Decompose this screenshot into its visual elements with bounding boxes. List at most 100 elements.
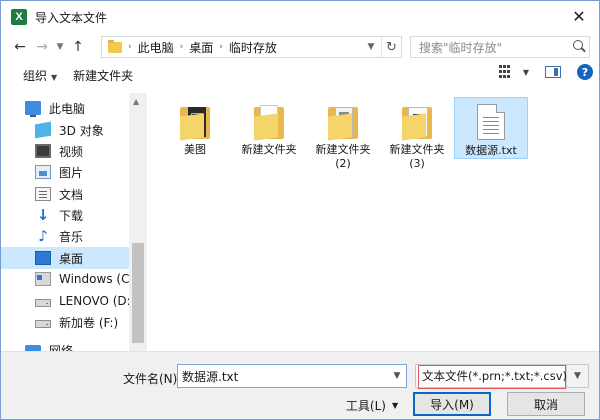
sidebar-item-label: 视频	[59, 144, 84, 159]
sidebar-item-drive-c[interactable]: Windows (C:)	[35, 268, 138, 290]
excel-app-icon: X	[11, 9, 27, 25]
caret-down-icon: ▼	[391, 400, 399, 410]
import-button[interactable]: 导入(M)	[413, 392, 491, 416]
search-icon[interactable]	[569, 37, 589, 57]
view-dropdown-icon[interactable]: ▼	[523, 68, 529, 77]
file-name: 新建文件夹	[241, 143, 297, 156]
file-item-folder[interactable]: 新建文件夹 (3)	[381, 99, 453, 179]
command-toolbar: 组织 ▼ 新建文件夹 ▼ ?	[1, 61, 599, 89]
sidebar-item-label: 网络	[49, 343, 74, 352]
breadcrumb-desktop[interactable]: 桌面	[189, 39, 213, 56]
filename-label: 文件名(N):	[123, 372, 182, 386]
view-options-icon[interactable]	[498, 65, 513, 79]
toolbar-right: ▼ ?	[498, 64, 593, 80]
documents-icon	[35, 187, 51, 201]
chevron-down-icon[interactable]: ▼	[388, 365, 406, 387]
sidebar-item-downloads[interactable]: ↓ 下载	[35, 204, 83, 226]
refresh-button[interactable]: ↻	[381, 37, 401, 57]
sidebar-item-label: 下载	[59, 208, 84, 223]
sidebar-item-pictures[interactable]: 图片	[35, 161, 83, 183]
sidebar-item-label: 桌面	[59, 251, 84, 266]
search-box[interactable]: 搜索"临时存放"	[410, 36, 590, 58]
dialog-footer: 文件名(N): 数据源.txt ▼ 文本文件(*.prn;*.txt;*.csv…	[1, 351, 599, 419]
sidebar-item-label: 图片	[59, 165, 84, 180]
caret-down-icon: ▼	[51, 72, 58, 82]
close-icon: ✕	[572, 6, 586, 26]
tools-menu[interactable]: 工具(L) ▼	[337, 394, 407, 416]
file-name: 新建文件夹	[315, 143, 371, 156]
file-item-text-file[interactable]: 数据源.txt	[454, 97, 528, 159]
file-type-value: 文本文件(*.prn;*.txt;*.csv)	[422, 369, 567, 383]
back-button[interactable]: ←	[9, 36, 31, 58]
organize-label: 组织	[23, 68, 48, 83]
navigation-bar: ← → ▼ ↑ › 此电脑 › 桌面 › 临时存放 ▼ ↻ 搜索"临时存放"	[1, 33, 599, 61]
scroll-up-icon[interactable]: ▲	[133, 97, 139, 106]
chevron-down-icon: ▼	[56, 42, 64, 52]
text-file-icon	[477, 104, 505, 140]
folder-icon	[402, 105, 432, 141]
address-dropdown-button[interactable]: ▼	[363, 37, 379, 57]
chevron-right-icon: ›	[219, 42, 223, 52]
sidebar-item-music[interactable]: ♪ 音乐	[35, 225, 83, 247]
sidebar-item-drive-d[interactable]: LENOVO (D:)	[35, 290, 135, 312]
folder-icon	[254, 105, 284, 141]
sidebar-item-this-pc[interactable]: 此电脑	[25, 97, 85, 119]
sidebar-item-3d-objects[interactable]: 3D 对象	[35, 119, 104, 141]
import-text-file-dialog: X 导入文本文件 ✕ ← → ▼ ↑ › 此电脑 › 桌面 › 临时存放 ▼ ↻…	[0, 0, 600, 420]
up-button[interactable]: ↑	[67, 36, 89, 58]
breadcrumb-this-pc[interactable]: 此电脑	[138, 39, 174, 56]
sidebar-item-label: 新加卷 (F:)	[59, 315, 119, 330]
computer-icon	[25, 101, 41, 117]
address-bar[interactable]: › 此电脑 › 桌面 › 临时存放 ▼ ↻	[101, 36, 402, 58]
file-item-folder[interactable]: 新建文件夹 (2)	[307, 99, 379, 179]
sidebar-item-desktop[interactable]: 桌面	[35, 247, 83, 269]
tools-label: 工具(L)	[345, 398, 386, 413]
new-folder-button[interactable]: 新建文件夹	[65, 67, 141, 84]
sidebar-item-drive-f[interactable]: 新加卷 (F:)	[35, 311, 118, 333]
file-item-folder[interactable]: 新建文件夹	[233, 99, 305, 165]
help-icon[interactable]: ?	[577, 64, 593, 80]
chevron-down-icon[interactable]: ▼	[566, 365, 588, 387]
file-name-suffix: (3)	[409, 157, 425, 170]
drive-c-icon	[35, 272, 51, 286]
drive-icon	[35, 299, 51, 307]
sidebar-item-label: 此电脑	[49, 101, 86, 116]
filename-field[interactable]: 数据源.txt ▼	[177, 364, 407, 388]
sidebar-item-label: LENOVO (D:)	[59, 294, 136, 308]
breadcrumb-temp-storage[interactable]: 临时存放	[229, 39, 277, 56]
sidebar-item-label: 音乐	[59, 229, 84, 244]
arrow-up-icon: ↑	[72, 39, 84, 55]
organize-menu[interactable]: 组织 ▼	[15, 67, 65, 84]
folder-icon	[108, 39, 122, 53]
folder-icon	[180, 105, 210, 141]
arrow-left-icon: ←	[14, 39, 26, 55]
file-list: 美图 新建文件夹 新建文件夹 (2) 新建文件夹 (3) 数据源.txt	[147, 93, 599, 351]
folder-icon	[328, 105, 358, 141]
download-icon: ↓	[36, 206, 50, 224]
sidebar-item-label: 文档	[59, 187, 84, 202]
arrow-right-icon: →	[36, 39, 48, 55]
sidebar-item-videos[interactable]: 视频	[35, 140, 83, 162]
file-item-folder[interactable]: 美图	[159, 99, 231, 165]
preview-pane-icon[interactable]	[545, 66, 561, 78]
sidebar-item-label: Windows (C:)	[59, 272, 139, 286]
refresh-icon: ↻	[386, 39, 397, 55]
sidebar-item-label: 3D 对象	[59, 123, 104, 138]
close-button[interactable]: ✕	[559, 1, 599, 31]
recent-locations-button[interactable]: ▼	[53, 36, 67, 58]
desktop-icon	[35, 251, 51, 265]
sidebar-scrollbar[interactable]: ▲	[129, 93, 147, 351]
forward-button[interactable]: →	[31, 36, 53, 58]
video-icon	[35, 144, 51, 158]
cancel-button[interactable]: 取消	[507, 392, 585, 416]
sidebar-item-documents[interactable]: 文档	[35, 183, 83, 205]
sidebar-item-network[interactable]: 网络	[25, 339, 73, 351]
pictures-icon	[35, 165, 51, 179]
search-placeholder: 搜索"临时存放"	[419, 40, 503, 55]
file-type-select[interactable]: 文本文件(*.prn;*.txt;*.csv) ▼	[415, 364, 589, 389]
chevron-right-icon: ›	[179, 42, 184, 52]
3d-objects-icon	[35, 121, 51, 139]
file-name: 美图	[184, 143, 206, 156]
scrollbar-thumb[interactable]	[132, 243, 144, 343]
drive-icon	[35, 320, 51, 328]
